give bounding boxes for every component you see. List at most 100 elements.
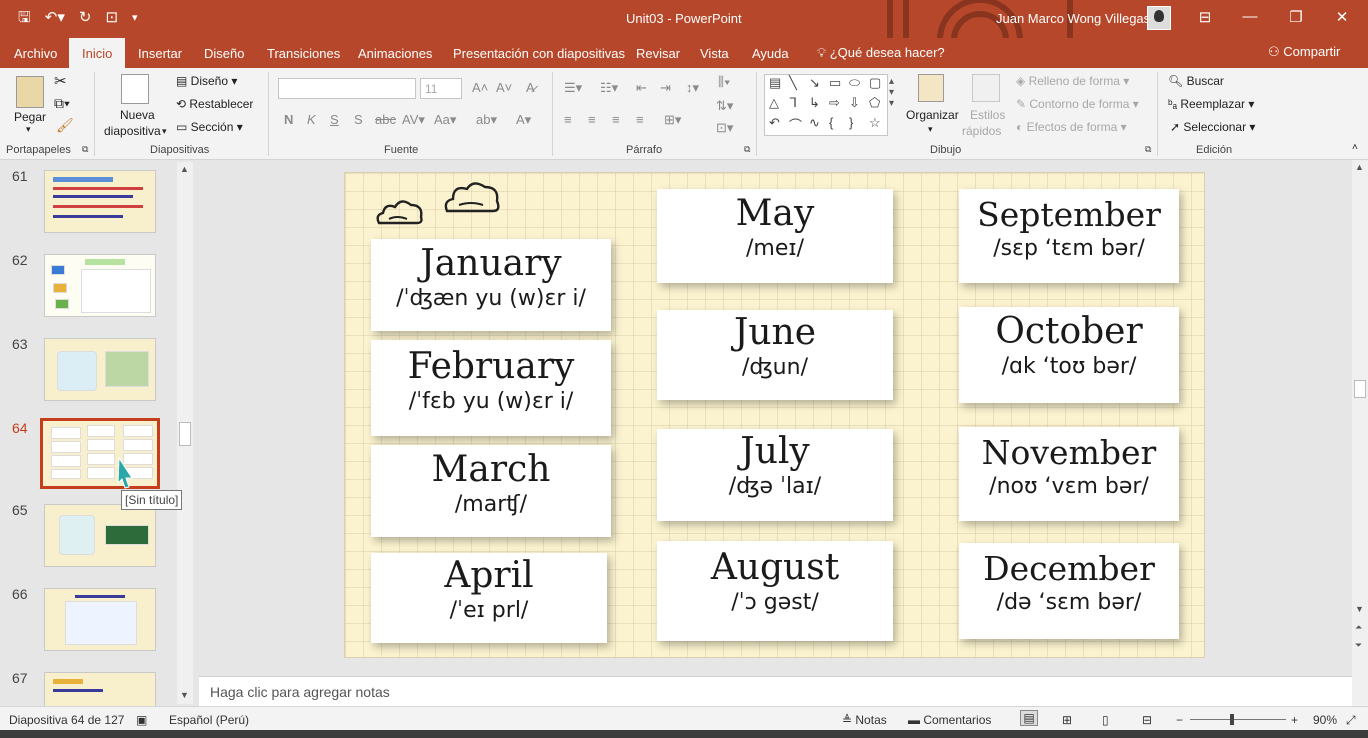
elbow-arrow-icon[interactable]: ↳: [809, 95, 820, 111]
oval-shape-icon[interactable]: ⬭: [849, 75, 860, 91]
line-shape-icon[interactable]: ╲: [789, 75, 797, 91]
month-card-may[interactable]: May /meɪ/: [657, 189, 893, 283]
slide-thumbnail-66[interactable]: [44, 588, 156, 651]
slide-thumbnail-67[interactable]: [44, 672, 156, 706]
slide-thumbnail-63[interactable]: [44, 338, 156, 401]
paste-button[interactable]: Pegar: [14, 110, 46, 124]
decrease-font-icon[interactable]: A˅: [496, 80, 512, 95]
bullets-icon[interactable]: ☰▾: [564, 80, 582, 96]
month-card-november[interactable]: November /noʊ ‘vɛm bər/: [959, 427, 1179, 521]
scroll-up-icon[interactable]: ▲: [1355, 162, 1364, 172]
normal-view-icon[interactable]: ▤: [1020, 710, 1038, 726]
tab-insertar[interactable]: Insertar: [138, 46, 182, 61]
ribbon-display-icon[interactable]: ⊟: [1195, 8, 1215, 26]
font-size-combo[interactable]: 11: [420, 78, 462, 99]
arrow-shape-icon[interactable]: ↘: [809, 75, 820, 91]
rectangle-shape-icon[interactable]: ▭: [829, 75, 841, 91]
redo-icon[interactable]: ↻: [79, 8, 92, 28]
arrange-icon[interactable]: [918, 74, 944, 102]
reset-button[interactable]: ⟲ Restablecer: [176, 97, 253, 111]
previous-slide-icon[interactable]: ⏶: [1355, 622, 1362, 633]
chevron-down-icon[interactable]: ▾: [162, 126, 167, 137]
brace-right-shape-icon[interactable]: }: [849, 115, 853, 130]
present-icon[interactable]: ⊡: [105, 8, 118, 28]
columns-icon[interactable]: ⫼▾: [718, 74, 730, 90]
next-slide-icon[interactable]: ⏷: [1355, 640, 1362, 651]
section-button[interactable]: ▭ Sección ▾: [176, 120, 243, 134]
tab-revisar[interactable]: Revisar: [636, 46, 680, 61]
tab-diseno[interactable]: Diseño: [204, 46, 244, 61]
align-left-icon[interactable]: ≡: [564, 112, 572, 127]
cut-icon[interactable]: ✂: [54, 72, 67, 90]
tab-ayuda[interactable]: Ayuda: [752, 46, 789, 61]
quick-styles-button-line2[interactable]: rápidos: [962, 124, 1001, 138]
elbow-connector-icon[interactable]: ᒣ: [789, 95, 797, 111]
accessibility-icon[interactable]: ▣: [136, 713, 147, 727]
undo-icon[interactable]: ↶▾: [45, 8, 65, 28]
tab-archivo[interactable]: Archivo: [14, 46, 57, 61]
tab-presentacion[interactable]: Presentación con diapositivas: [453, 46, 625, 61]
arrange-button[interactable]: Organizar: [906, 108, 959, 122]
month-card-december[interactable]: December /də ‘sɛm bər/: [959, 543, 1179, 639]
slideshow-icon[interactable]: ⊟: [1142, 713, 1152, 727]
month-card-september[interactable]: September /sɛp ‘tɛm bər/: [959, 189, 1179, 283]
save-icon[interactable]: 🖫: [18, 8, 31, 28]
reading-view-icon[interactable]: ▯: [1102, 713, 1109, 727]
align-text-icon[interactable]: ⊞▾: [664, 112, 681, 128]
minimize-icon[interactable]: —: [1240, 8, 1260, 25]
scroll-up-icon[interactable]: ▲: [180, 164, 189, 174]
scroll-thumb[interactable]: [1354, 380, 1366, 398]
scroll-thumb[interactable]: [179, 422, 191, 446]
line-spacing-icon[interactable]: ↕▾: [686, 80, 699, 96]
scroll-down-icon[interactable]: ▼: [180, 690, 189, 700]
quick-styles-button[interactable]: Estilos: [970, 108, 1005, 122]
new-slide-icon[interactable]: [121, 74, 149, 104]
slide-canvas[interactable]: January /ˈʤæn yu (w)ɛr i/ February /ˈfɛb…: [344, 172, 1205, 658]
replace-button[interactable]: ᵇₐ Reemplazar ▾: [1168, 97, 1254, 111]
text-direction-icon[interactable]: ⇅▾: [716, 98, 733, 114]
shape-outline-button[interactable]: ✎ Contorno de forma ▾: [1016, 97, 1139, 111]
slide-thumbnail-62[interactable]: [44, 254, 156, 317]
shapes-more-icon[interactable]: ▴ ▾ ▾: [889, 76, 894, 109]
textbox-shape-icon[interactable]: ▤: [769, 75, 781, 91]
share-button[interactable]: ⚇ Compartir: [1268, 44, 1340, 60]
chevron-down-icon[interactable]: ▾: [26, 124, 31, 135]
select-button[interactable]: ➚ Seleccionar ▾: [1170, 120, 1255, 134]
rounded-rect-shape-icon[interactable]: ▢: [869, 75, 881, 91]
strikethrough-icon[interactable]: abc: [375, 112, 396, 127]
notes-pane[interactable]: Haga clic para agregar notas: [199, 676, 1352, 706]
clear-format-icon[interactable]: A̷: [526, 80, 535, 95]
avatar[interactable]: [1147, 6, 1171, 30]
down-arrow-shape-icon[interactable]: ⇩: [849, 95, 860, 111]
month-card-april[interactable]: April /ˈeɪ prl/: [371, 553, 607, 643]
month-card-october[interactable]: October /ɑk ‘toʊ bər/: [959, 307, 1179, 403]
bold-icon[interactable]: N: [284, 112, 293, 127]
curve-shape-icon[interactable]: ↶: [769, 115, 780, 131]
month-card-august[interactable]: August /ˈɔ gəst/: [657, 541, 893, 641]
notes-button[interactable]: ≜ Notas: [842, 713, 887, 727]
italic-icon[interactable]: K: [307, 112, 316, 127]
paste-icon[interactable]: [16, 76, 44, 108]
justify-icon[interactable]: ≡: [636, 112, 644, 127]
tab-animaciones[interactable]: Animaciones: [358, 46, 432, 61]
customize-qat-icon[interactable]: ▾: [132, 8, 138, 28]
chevron-down-icon[interactable]: ▾: [928, 124, 933, 135]
new-slide-button[interactable]: Nueva: [120, 108, 155, 122]
month-card-june[interactable]: June /ʤun/: [657, 310, 893, 400]
shadow-icon[interactable]: S: [354, 112, 363, 127]
slide-thumbnail-61[interactable]: [44, 170, 156, 233]
tab-inicio[interactable]: Inicio: [69, 38, 126, 68]
dialog-launcher-icon[interactable]: ⧉: [744, 144, 750, 155]
copy-icon[interactable]: ⧉▾: [54, 95, 70, 112]
shapes-gallery[interactable]: ▤ ╲ ↘ ▭ ⬭ ▢ △ ᒣ ↳ ⇨ ⇩ ⬠ ↶ ⌒ ∿ { } ☆: [764, 74, 888, 136]
align-center-icon[interactable]: ≡: [588, 112, 596, 127]
tell-me-search[interactable]: 💡︎ ¿Qué desea hacer?: [817, 45, 945, 61]
find-button[interactable]: 🔍︎ Buscar: [1168, 74, 1224, 88]
layout-button[interactable]: ▤ Diseño ▾: [176, 74, 237, 88]
scroll-down-icon[interactable]: ▼: [1355, 604, 1364, 614]
collapse-ribbon-icon[interactable]: ˄: [1352, 142, 1358, 153]
underline-icon[interactable]: S: [330, 112, 339, 127]
zoom-slider-thumb[interactable]: [1230, 714, 1234, 725]
month-card-july[interactable]: July /ʤə ˈlaɪ/: [657, 429, 893, 521]
format-painter-icon[interactable]: 🖌︎: [56, 117, 74, 134]
